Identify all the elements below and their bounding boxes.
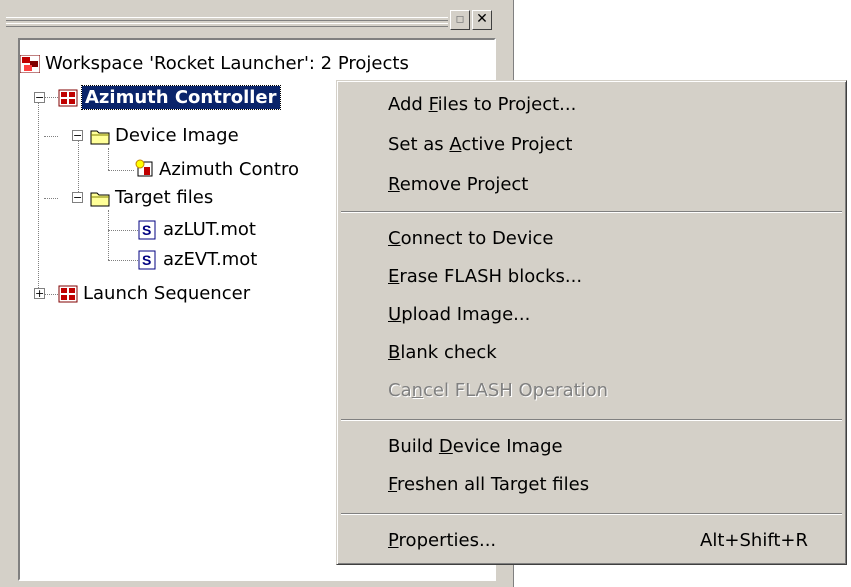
- menu-item-label: Cancel FLASH Operation: [388, 380, 609, 401]
- s-record-file-icon: S: [138, 220, 156, 240]
- project-icon: [58, 285, 78, 303]
- s-record-file-icon: S: [138, 250, 156, 270]
- menu-item-upload-image[interactable]: Upload Image...: [339, 295, 844, 335]
- menu-item-label: Erase FLASH blocks...: [388, 266, 583, 287]
- tree-connector: [108, 260, 138, 261]
- tree-item-launch-sequencer[interactable]: Launch Sequencer: [58, 280, 253, 308]
- tree-item-azimuth-image[interactable]: Azimuth Contro: [134, 156, 302, 184]
- menu-separator: [341, 513, 842, 515]
- menu-item-connect-to-device[interactable]: Connect to Device: [339, 219, 844, 259]
- tree-item-azimuth-controller[interactable]: Azimuth Controller: [58, 84, 281, 112]
- menu-item-remove-project[interactable]: Remove Project: [339, 165, 844, 205]
- restore-icon[interactable]: ▫: [450, 10, 470, 30]
- menu-item-label: Properties...: [388, 530, 497, 551]
- context-menu: Add Files to Project... Set as Active Pr…: [336, 80, 847, 565]
- menu-item-set-active-project[interactable]: Set as Active Project: [339, 125, 844, 165]
- tree-connector: [44, 136, 58, 137]
- menu-separator: [341, 419, 842, 421]
- menu-item-label: Build Device Image: [388, 436, 563, 457]
- tree-connector: [108, 170, 134, 171]
- close-icon[interactable]: ✕: [472, 10, 492, 30]
- tree-item-device-image[interactable]: Device Image: [90, 122, 242, 150]
- expand-toggle-icon[interactable]: −: [72, 192, 83, 203]
- tree-connector: [108, 230, 138, 231]
- tree-connector: [44, 198, 58, 199]
- expand-toggle-icon[interactable]: +: [34, 288, 45, 299]
- menu-item-build-device-image[interactable]: Build Device Image: [339, 427, 844, 467]
- menu-item-freshen-target-files[interactable]: Freshen all Target files: [339, 465, 844, 505]
- tree-connector: [38, 102, 39, 296]
- tree-connector: [44, 294, 58, 295]
- device-image-icon: [135, 159, 153, 177]
- panel-gripper[interactable]: [6, 17, 448, 27]
- tree-connector: [78, 136, 79, 198]
- menu-item-label: Blank check: [388, 342, 497, 363]
- folder-icon: [90, 192, 110, 207]
- tree-connector: [108, 148, 109, 170]
- svg-text:S: S: [142, 222, 151, 238]
- menu-item-label: Freshen all Target files: [388, 474, 590, 495]
- menu-item-label: Add Files to Project...: [388, 94, 577, 115]
- workspace-icon: [20, 55, 40, 73]
- menu-item-label: Remove Project: [388, 174, 529, 195]
- tree-item-azlut[interactable]: S azLUT.mot: [138, 216, 259, 244]
- menu-item-accelerator: Alt+Shift+R: [700, 530, 808, 551]
- expand-toggle-icon[interactable]: −: [72, 130, 83, 141]
- tree-item-workspace[interactable]: Workspace 'Rocket Launcher': 2 Projects: [20, 50, 412, 78]
- menu-item-add-files[interactable]: Add Files to Project...: [339, 85, 844, 125]
- menu-separator: [341, 211, 842, 213]
- folder-icon: [90, 130, 110, 145]
- menu-item-cancel-flash-operation: Cancel FLASH Operation: [339, 371, 844, 411]
- tree-connector: [44, 97, 58, 98]
- svg-text:S: S: [142, 252, 151, 268]
- menu-item-label: Set as Active Project: [388, 134, 573, 155]
- tree-item-azevt[interactable]: S azEVT.mot: [138, 246, 260, 274]
- tree-item-target-files[interactable]: Target files: [90, 184, 216, 212]
- menu-item-properties[interactable]: Properties... Alt+Shift+R: [339, 521, 844, 561]
- project-icon: [58, 89, 78, 107]
- menu-item-blank-check[interactable]: Blank check: [339, 333, 844, 373]
- menu-item-label: Connect to Device: [388, 228, 554, 249]
- tree-connector: [108, 210, 109, 260]
- menu-item-erase-flash-blocks[interactable]: Erase FLASH blocks...: [339, 257, 844, 297]
- menu-item-label: Upload Image...: [388, 304, 531, 325]
